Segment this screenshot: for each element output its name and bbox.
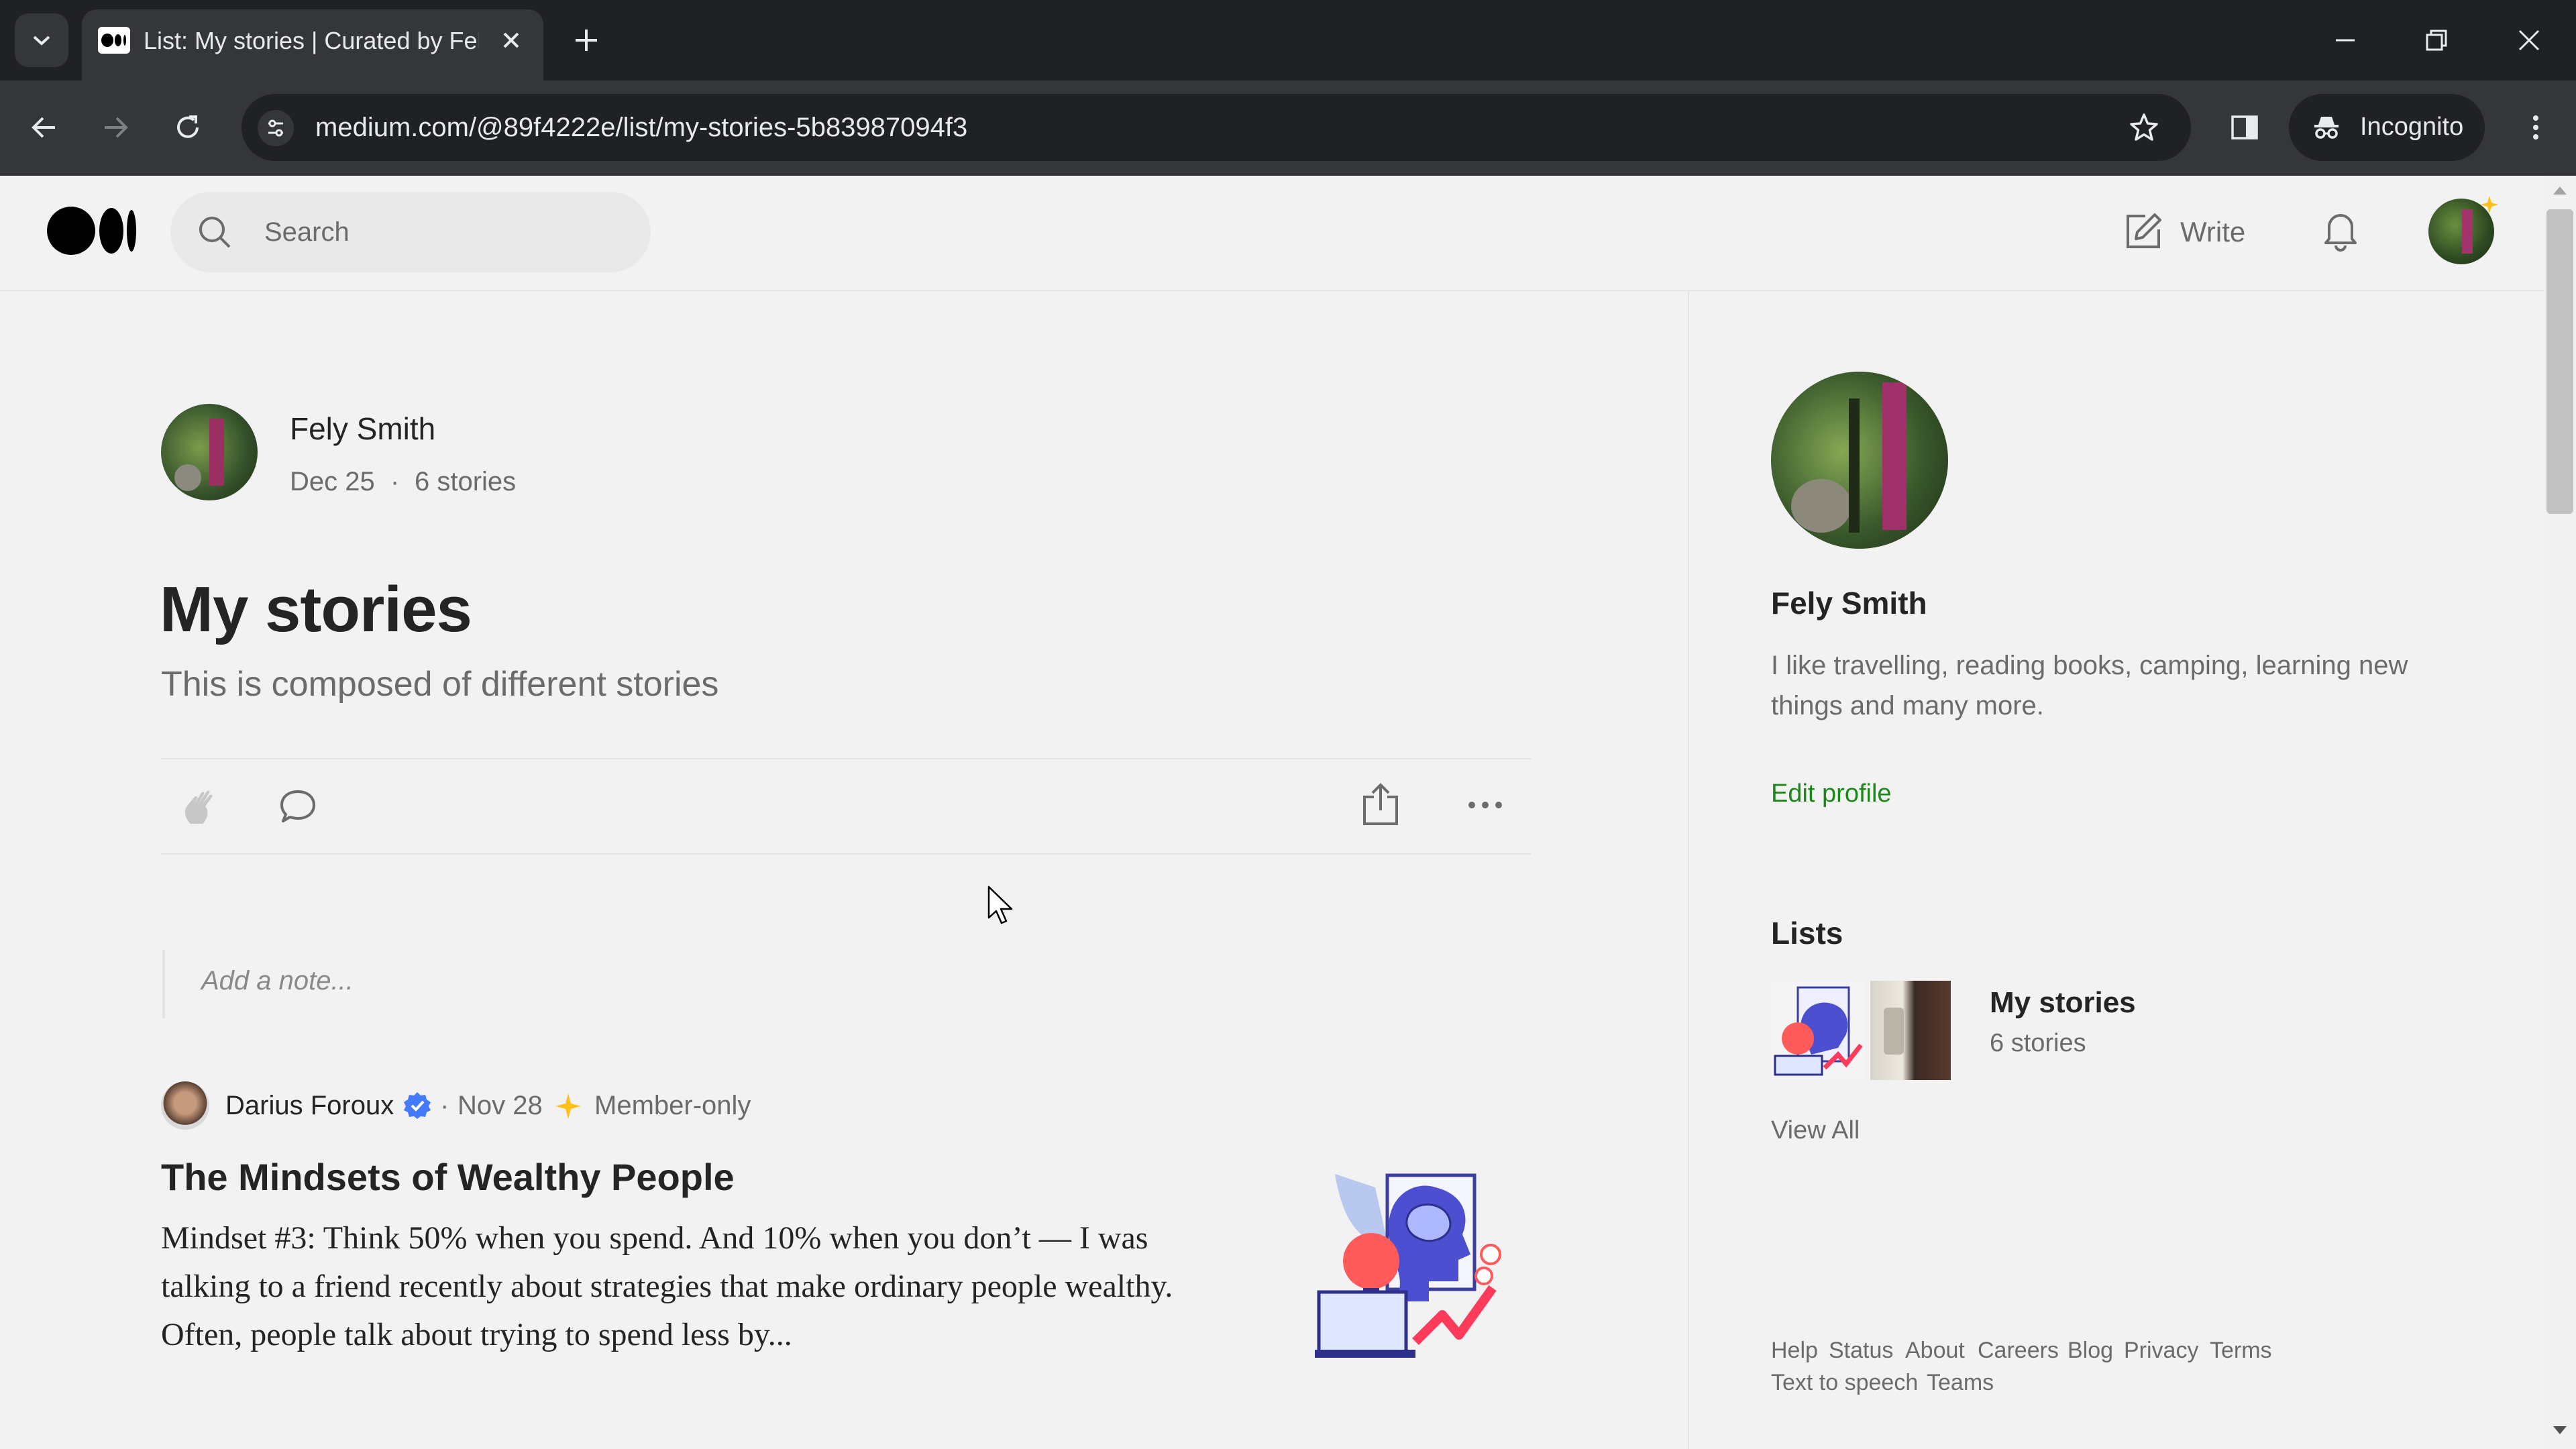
minimize-icon[interactable] xyxy=(2332,27,2359,54)
search-input[interactable] xyxy=(170,192,651,272)
list-title: My stories xyxy=(160,574,472,645)
side-panel-icon[interactable] xyxy=(2229,111,2261,144)
footer-link-careers[interactable]: Careers xyxy=(1978,1338,2059,1364)
notifications-bell-icon[interactable] xyxy=(2318,208,2363,252)
story-meta-dot: · xyxy=(440,1091,449,1120)
new-tab-icon[interactable] xyxy=(572,25,601,55)
close-window-icon[interactable] xyxy=(2516,27,2542,54)
scroll-down-arrow-icon[interactable] xyxy=(2551,1422,2569,1438)
story-author-name[interactable]: Darius Foroux xyxy=(225,1091,394,1121)
profile-bio: I like travelling, reading books, campin… xyxy=(1771,651,2408,720)
bookmark-star-icon[interactable] xyxy=(2128,111,2160,144)
footer-link-terms[interactable]: Terms xyxy=(2210,1338,2272,1364)
story-author-avatar[interactable] xyxy=(161,1081,209,1130)
sidebar-list-count: 6 stories xyxy=(1990,1029,2086,1057)
story-excerpt[interactable]: Mindset #3: Think 50% when you spend. An… xyxy=(161,1214,1187,1359)
footer-link-help[interactable]: Help xyxy=(1771,1338,1818,1364)
footer-link-privacy[interactable]: Privacy xyxy=(2124,1338,2198,1364)
more-options-icon[interactable] xyxy=(1466,792,1504,818)
footer-link-status[interactable]: Status xyxy=(1829,1338,1893,1364)
lists-heading: Lists xyxy=(1771,916,1843,951)
verified-badge-icon xyxy=(402,1091,432,1120)
actions-top-divider xyxy=(161,758,1531,759)
actions-bottom-divider xyxy=(161,853,1531,855)
profile-name[interactable]: Fely Smith xyxy=(1771,585,1927,621)
edit-profile-link[interactable]: Edit profile xyxy=(1771,780,1892,808)
site-info-icon[interactable] xyxy=(258,110,294,146)
member-only-label: Member-only xyxy=(594,1091,751,1120)
list-author-name[interactable]: Fely Smith xyxy=(290,411,435,447)
list-date: Dec 25 xyxy=(290,467,375,496)
profile-avatar[interactable] xyxy=(1771,372,1948,549)
meta-separator: · xyxy=(390,467,400,496)
search-placeholder: Search xyxy=(264,217,350,247)
tab-search-icon[interactable] xyxy=(15,13,68,67)
sidebar-divider xyxy=(1688,291,1689,1449)
reload-icon[interactable] xyxy=(172,111,204,144)
story-thumbnail[interactable] xyxy=(1315,1161,1516,1368)
scroll-up-arrow-icon[interactable] xyxy=(2551,182,2569,199)
medium-logo-icon[interactable] xyxy=(47,204,138,258)
add-note-input[interactable]: Add a note... xyxy=(201,966,354,996)
tab-close-icon[interactable] xyxy=(498,27,525,54)
list-description: This is composed of different stories xyxy=(161,665,719,704)
list-preview-image-1[interactable] xyxy=(1771,981,1865,1080)
footer-link-about[interactable]: About xyxy=(1905,1338,1965,1364)
incognito-icon xyxy=(2310,111,2343,144)
back-icon[interactable] xyxy=(28,111,60,144)
note-left-border xyxy=(162,950,165,1018)
footer-link-blog[interactable]: Blog xyxy=(2068,1338,2113,1364)
mouse-cursor-icon xyxy=(986,885,1016,926)
clap-icon[interactable] xyxy=(178,785,221,828)
comment-icon[interactable] xyxy=(278,786,318,826)
incognito-label: Incognito xyxy=(2360,113,2464,141)
write-icon[interactable] xyxy=(2123,211,2164,252)
forward-icon[interactable] xyxy=(99,111,131,144)
list-preview-image-2[interactable] xyxy=(1870,981,1951,1080)
member-star-icon xyxy=(2479,195,2500,215)
scrollbar-thumb[interactable] xyxy=(2546,209,2573,514)
member-only-star-icon xyxy=(554,1092,582,1120)
tab-title: List: My stories | Curated by Fely Smith xyxy=(144,27,479,54)
search-icon xyxy=(196,213,233,251)
story-title[interactable]: The Mindsets of Wealthy People xyxy=(161,1155,735,1199)
url-text[interactable]: medium.com/@89f4222e/list/my-stories-5b8… xyxy=(315,113,967,143)
browser-menu-icon[interactable] xyxy=(2520,111,2552,144)
view-all-link[interactable]: View All xyxy=(1771,1116,1860,1145)
sidebar-list-title[interactable]: My stories xyxy=(1990,986,2136,1020)
write-button[interactable]: Write xyxy=(2180,216,2245,248)
share-icon[interactable] xyxy=(1359,781,1402,828)
restore-icon[interactable] xyxy=(2423,27,2450,54)
footer-link-text-to-speech[interactable]: Text to speech xyxy=(1771,1370,1918,1396)
story-date: Nov 28 xyxy=(458,1091,543,1120)
list-story-count: 6 stories xyxy=(415,467,517,496)
footer-link-teams[interactable]: Teams xyxy=(1927,1370,1994,1396)
medium-favicon-icon xyxy=(98,27,130,54)
list-author-avatar[interactable] xyxy=(161,404,258,500)
